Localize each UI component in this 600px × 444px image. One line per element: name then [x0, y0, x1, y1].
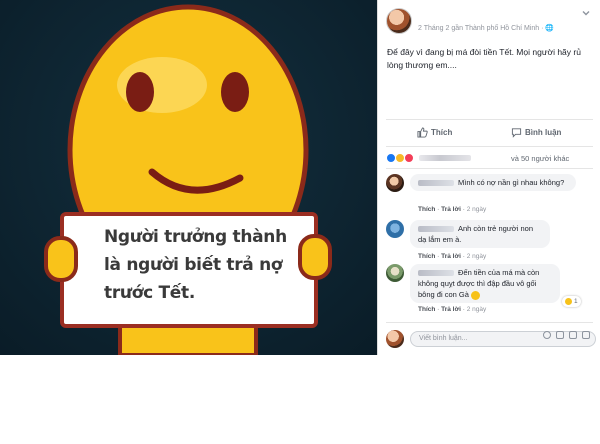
post-text: Để đây vì đang bị má đòi tiền Tết. Mọi n… — [387, 47, 581, 70]
composer-icons — [543, 331, 590, 339]
commenter-name-redacted[interactable] — [418, 226, 454, 233]
sign-text: Người trưởng thành là người biết trả nợ … — [104, 223, 309, 307]
comment-reaction-count: 1 — [574, 298, 578, 305]
post-photo[interactable]: Người trưởng thành là người biết trả nợ … — [0, 0, 377, 355]
post-meta[interactable]: 2 Tháng 2 gần Thành phố Hồ Chí Minh · 🌐 — [418, 24, 554, 32]
love-reaction-icon — [404, 153, 414, 163]
comment-like-link[interactable]: Thích — [418, 306, 435, 313]
smile-emoji-icon — [470, 290, 480, 300]
thumbs-up-icon — [417, 127, 428, 138]
comment-like-link[interactable]: Thích — [418, 206, 435, 213]
commenter-avatar[interactable] — [386, 174, 404, 192]
current-user-avatar — [386, 330, 404, 348]
sticker-icon[interactable] — [582, 331, 590, 339]
comment-bubble: Mình có nợ nần gì nhau không? — [410, 174, 576, 191]
comment-like-link[interactable]: Thích — [418, 253, 435, 260]
comment-bubble: Anh còn trẻ người non dạ lắm em à. — [410, 220, 550, 248]
right-eye — [221, 72, 249, 112]
sign-line: trước Tết. — [104, 283, 195, 303]
screenshot: Người trưởng thành là người biết trả nợ … — [0, 0, 600, 444]
comment-text: Mình có nợ nần gì nhau không? — [458, 178, 565, 187]
comment-time[interactable]: 2 ngày — [467, 253, 487, 260]
emoji-icon[interactable] — [543, 331, 551, 339]
sign-line: là người biết trả nợ — [104, 255, 283, 275]
reactions-summary[interactable]: và 50 người khác — [386, 152, 569, 164]
post-side-panel: 2 Tháng 2 gần Thành phố Hồ Chí Minh · 🌐 … — [377, 0, 600, 355]
haha-reaction-icon — [565, 298, 572, 305]
like-button[interactable]: Thích — [417, 127, 452, 138]
comment-footer: Thích · Trả lời · 2 ngày — [418, 306, 487, 313]
gif-icon[interactable] — [569, 331, 577, 339]
comment-button[interactable]: Bình luận — [511, 127, 561, 138]
comment-composer: Viết bình luận... — [386, 328, 596, 350]
comment-label: Bình luận — [525, 128, 562, 137]
comment-bubble-icon — [511, 127, 522, 138]
commenter-name-redacted[interactable] — [418, 180, 454, 187]
post-header: 2 Tháng 2 gần Thành phố Hồ Chí Minh · 🌐 — [378, 0, 600, 38]
reactions-others: và 50 người khác — [511, 153, 570, 163]
left-eye — [126, 72, 154, 112]
camera-icon[interactable] — [556, 331, 564, 339]
reactor-names-redacted — [419, 155, 471, 161]
comment-footer: Thích · Trả lời · 2 ngày — [418, 253, 487, 260]
divider — [386, 146, 593, 147]
comment-reply-link[interactable]: Trả lời — [441, 206, 461, 213]
comment-time[interactable]: 2 ngày — [467, 206, 487, 213]
post-actions: Thích Bình luận — [378, 124, 600, 144]
comment-reply-link[interactable]: Trả lời — [441, 253, 461, 260]
commenter-avatar[interactable] — [386, 264, 404, 282]
divider — [386, 168, 593, 169]
commenter-name-redacted[interactable] — [418, 270, 454, 277]
commenter-avatar[interactable] — [386, 220, 404, 238]
comment-bubble: Đến tiền của má mà còn không quỵt được t… — [410, 264, 560, 303]
left-hand — [44, 236, 78, 282]
divider — [386, 119, 593, 120]
sign-line: Người trưởng thành — [104, 227, 287, 247]
comment-time[interactable]: 2 ngày — [467, 306, 487, 313]
comment-reaction-badge[interactable]: 1 — [562, 296, 581, 307]
author-avatar[interactable] — [386, 8, 412, 34]
like-label: Thích — [431, 128, 453, 137]
comment-reply-link[interactable]: Trả lời — [441, 306, 461, 313]
divider — [386, 322, 593, 323]
comment-footer: Thích · Trả lời · 2 ngày — [418, 206, 487, 213]
chevron-down-icon[interactable] — [580, 8, 592, 20]
